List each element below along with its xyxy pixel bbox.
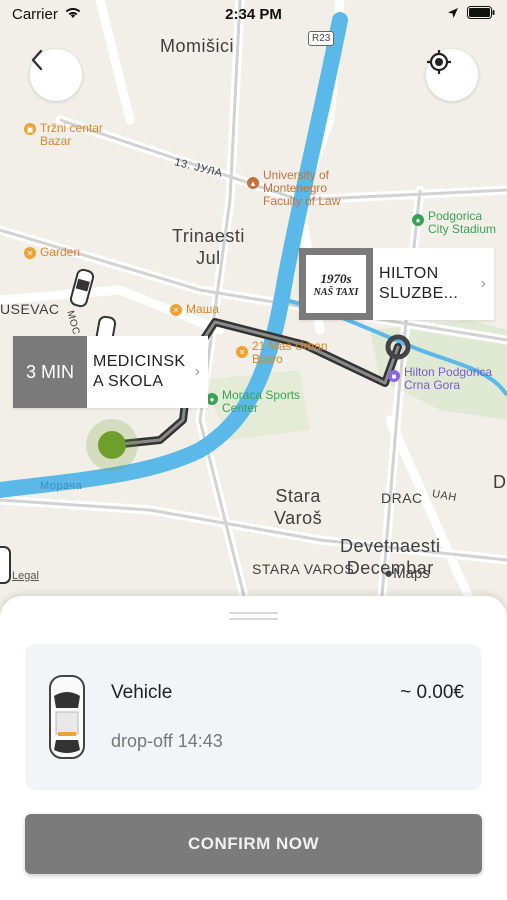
chevron-right-icon: › — [480, 275, 486, 292]
map-label-stara-line1: Stara — [275, 486, 321, 506]
poi-sports-center[interactable]: ● Moraca Sports Center — [206, 389, 300, 415]
map-label-stara-varos-street: STARA VAROS — [252, 561, 355, 577]
pickup-location-name: MEDICINSK A SKOLA — [87, 352, 195, 392]
destination-callout[interactable]: 1970s NAŠ TAXI HILTON SLUZBE... › — [299, 248, 494, 320]
confirm-now-button[interactable]: CONFIRM NOW — [25, 814, 482, 874]
map-label-drac: DRAC — [381, 490, 423, 506]
map-label-stara-varos: Stara Varoš — [274, 485, 322, 529]
poi-hilton-line2: Crna Gora — [404, 378, 461, 392]
education-icon: ▲ — [247, 177, 259, 189]
destination-name-line1: HILTON — [379, 265, 439, 282]
apple-icon: ● — [384, 565, 394, 582]
destination-name-line2: SLUZBE... — [379, 285, 459, 302]
map-label-devetnaesti-line1: Devetnaesti — [340, 536, 441, 556]
map-label-trinaesti-line1: Trinaesti — [172, 226, 245, 246]
battery-icon — [467, 5, 495, 23]
map-view[interactable]: Momišici R23 Trinaesti Jul 13. ЈУЛА USEV… — [0, 0, 507, 620]
poi-trzni-line2: Bazar — [40, 134, 72, 148]
eta-badge: 3 MIN — [13, 336, 87, 408]
map-label-trinaesti: Trinaesti Jul — [172, 225, 245, 269]
poi-bistro[interactable]: ✕ 21 Маѕ Urban Bistro — [236, 340, 328, 366]
poi-masha[interactable]: ✕ Маша — [170, 303, 219, 316]
destination-location-name: HILTON SLUZBE... — [373, 264, 481, 304]
road-shield: R23 — [308, 31, 335, 46]
wifi-icon — [64, 5, 82, 23]
vehicle-price: ~ 0.00€ — [400, 682, 464, 703]
apple-maps-logo: ●Maps — [384, 565, 430, 582]
status-right — [447, 5, 495, 23]
location-arrow-icon — [447, 6, 459, 23]
vehicle-name: Vehicle — [111, 682, 173, 703]
status-left: Carrier — [12, 5, 82, 23]
pickup-name-line1: MEDICINSK — [93, 353, 186, 370]
map-label-trinaesti-line2: Jul — [196, 248, 221, 268]
poi-garden[interactable]: ✕ Garden — [24, 246, 80, 259]
locate-me-button[interactable] — [426, 49, 478, 101]
vehicle-option-card[interactable]: Vehicle ~ 0.00€ drop-off 14:43 — [25, 644, 482, 790]
carrier-label: Carrier — [12, 5, 58, 23]
restaurant-icon: ✕ — [170, 304, 182, 316]
poi-university-line3: Faculty of Law — [263, 194, 341, 208]
shopping-icon: ▣ — [24, 123, 36, 135]
stadium-icon: ● — [412, 214, 424, 226]
poi-stadium-line2: City Stadium — [428, 222, 497, 236]
pickup-name-line2: A SKOLA — [93, 373, 164, 390]
bottom-sheet[interactable]: Vehicle ~ 0.00€ drop-off 14:43 CONFIRM N… — [0, 596, 507, 900]
chevron-right-icon: › — [194, 363, 200, 380]
restaurant-icon: ✕ — [24, 247, 36, 259]
poi-university[interactable]: ▲ University of Montenegro Faculty of Law — [247, 169, 340, 208]
logo-text-bottom: NAŠ TAXI — [313, 286, 359, 298]
poi-bistro-line2: Bistro — [252, 352, 283, 366]
status-bar: Carrier 2:34 PM — [0, 0, 507, 28]
poi-sports-line2: Center — [222, 401, 259, 415]
map-label-river: Морача — [40, 480, 83, 492]
status-time: 2:34 PM — [225, 5, 282, 23]
map-label-usevac: USEVAC — [0, 301, 60, 317]
hotel-icon: ■ — [388, 370, 400, 382]
poi-hilton[interactable]: ■ Hilton Podgorica Crna Gora — [388, 366, 492, 392]
sheet-grabber[interactable] — [229, 612, 278, 620]
maps-logo-text: Maps — [393, 565, 430, 582]
map-label-d: D — [493, 472, 507, 492]
map-label-uah: UAH — [431, 487, 458, 505]
poi-garden-label: Garden — [40, 245, 81, 259]
poi-stadium[interactable]: ● Podgorica City Stadium — [412, 210, 496, 236]
taxi-company-logo: 1970s NAŠ TAXI — [299, 248, 373, 320]
poi-masha-label: Маша — [186, 302, 220, 316]
dropoff-time: drop-off 14:43 — [111, 731, 223, 751]
poi-trzni-centar[interactable]: ▣ Tržni centar Bazar — [24, 122, 103, 148]
logo-text-top: 1970s — [320, 270, 352, 286]
car-icon — [47, 674, 87, 765]
pickup-callout[interactable]: 3 MIN MEDICINSK A SKOLA › — [13, 336, 208, 408]
restaurant-icon: ✕ — [236, 346, 248, 358]
map-label-momisici: Momišici — [160, 36, 234, 56]
map-label-stara-line2: Varoš — [274, 508, 323, 528]
back-button[interactable] — [30, 49, 82, 101]
legal-link[interactable]: Legal — [12, 570, 39, 582]
